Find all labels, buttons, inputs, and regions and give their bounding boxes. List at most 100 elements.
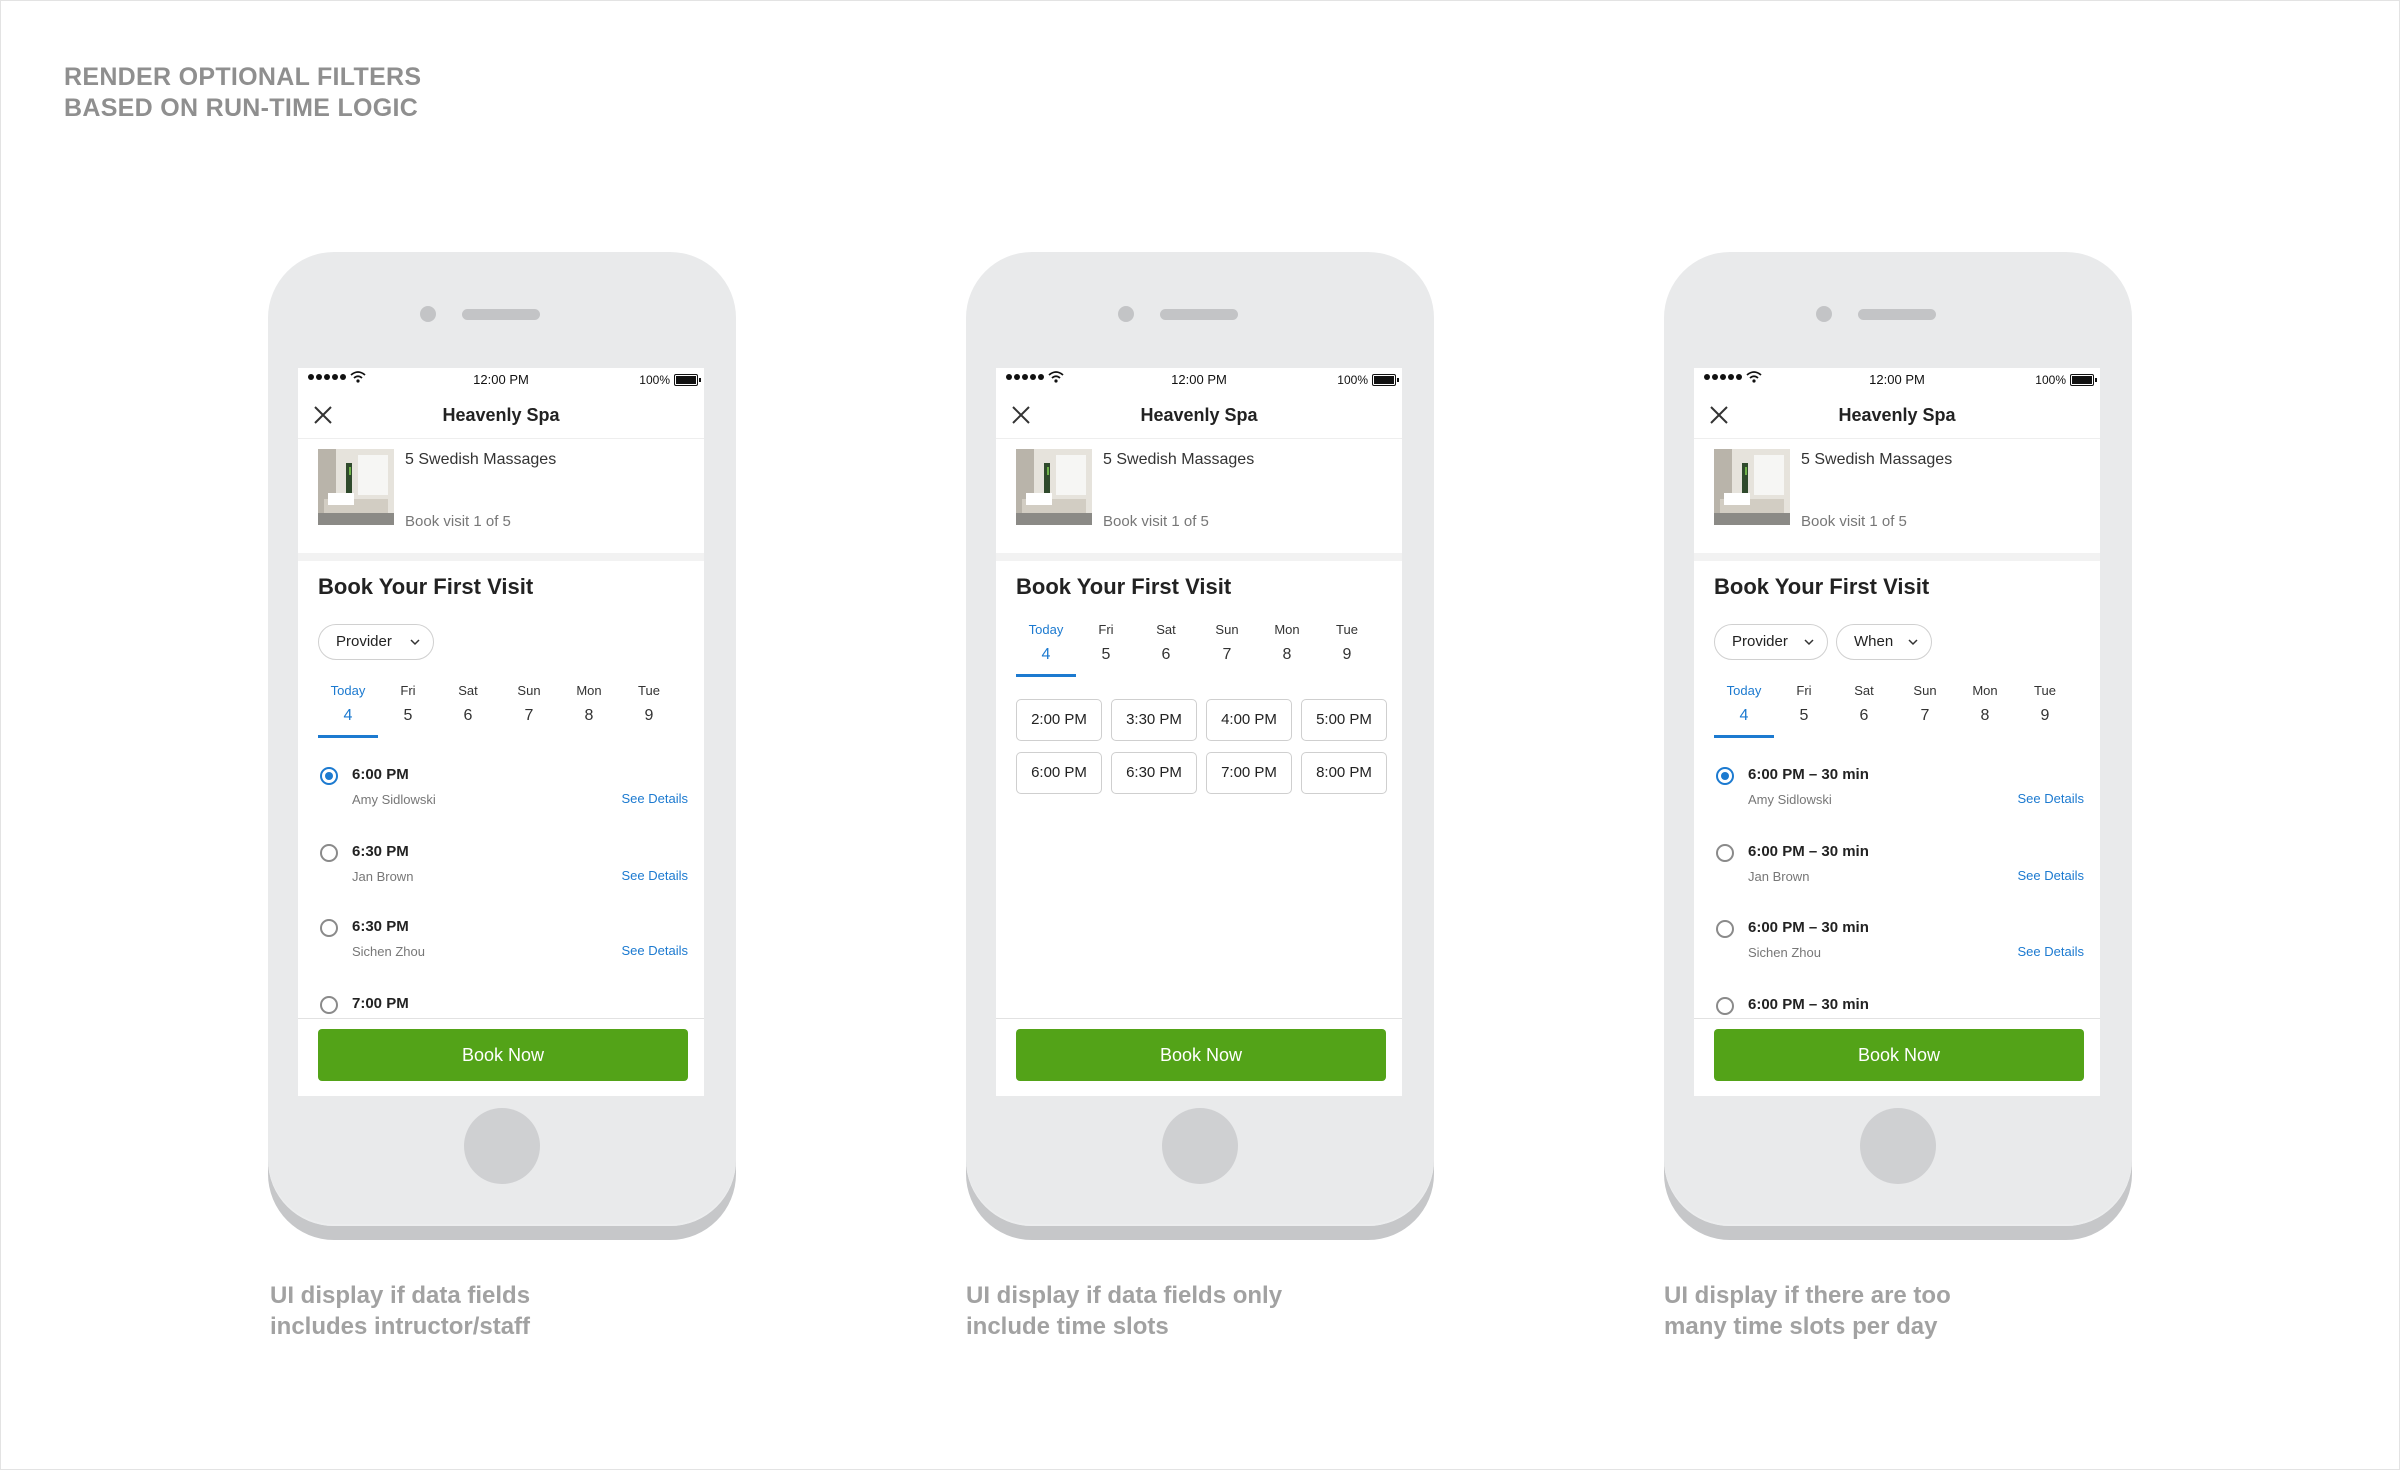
date-mon[interactable]: Mon 8 [1257,622,1317,664]
section-divider [1694,553,2100,561]
when-filter-label: When [1854,633,1894,650]
date-number: 9 [1342,646,1352,663]
time-slot-button[interactable]: 6:00 PM [1016,752,1102,794]
phone-screen: 12:00 PM 100% Heavenly Spa 5 Swedish Mas… [298,368,704,1096]
book-now-button[interactable]: Book Now [1016,1029,1386,1081]
provider-filter-chip[interactable]: Provider [318,624,434,660]
time-slot-option[interactable]: 6:00 PM – 30 min Amy Sidlowski See Detai… [1694,765,2100,841]
provider-filter-chip[interactable]: Provider [1714,624,1828,660]
deal-name: 5 Swedish Massages [1801,451,1953,468]
date-dow: Sun [517,683,541,698]
time-slot-option[interactable]: 6:00 PM Amy Sidlowski See Details [298,765,704,841]
time-slot-button[interactable]: 8:00 PM [1301,752,1387,794]
date-tue[interactable]: Tue 9 [1317,622,1377,664]
date-number: 5 [1101,646,1111,663]
date-selector: Today 4 Fri 5 Sat 6 Sun 7 Mon 8 Tue 9 [1714,683,2094,743]
caption-line-2: includes intructor/staff [270,1313,531,1340]
battery-icon [674,374,701,386]
date-dow: Sun [1215,622,1239,637]
date-sun[interactable]: Sun 7 [499,683,559,725]
date-number: 6 [1859,707,1869,724]
home-button[interactable] [1860,1108,1936,1184]
date-sat[interactable]: Sat 6 [438,683,498,725]
radio-unselected[interactable] [320,996,338,1014]
date-today[interactable]: Today 4 [318,683,378,725]
date-tue[interactable]: Tue 9 [2015,683,2075,725]
radio-unselected[interactable] [320,844,338,862]
date-fri[interactable]: Fri 5 [378,683,438,725]
date-today[interactable]: Today 4 [1016,622,1076,664]
date-fri[interactable]: Fri 5 [1076,622,1136,664]
deal-name: 5 Swedish Massages [1103,451,1255,468]
date-dow: Sat [458,683,478,698]
caption-line-1: UI display if data fields only [966,1282,1283,1309]
deal-summary: 5 Swedish Massages Book visit 1 of 5 [996,439,1402,530]
time-slot-button[interactable]: 6:30 PM [1111,752,1197,794]
see-details-link[interactable]: See Details [2018,944,2084,959]
date-today[interactable]: Today 4 [1714,683,1774,725]
slot-time: 6:00 PM [352,766,409,783]
date-sat[interactable]: Sat 6 [1834,683,1894,725]
radio-unselected[interactable] [1716,997,1734,1015]
date-mon[interactable]: Mon 8 [1955,683,2015,725]
when-filter-chip[interactable]: When [1836,624,1932,660]
chevron-down-icon [1804,639,1814,646]
section-divider [996,553,1402,561]
see-details-link[interactable]: See Details [622,791,688,806]
date-number: 6 [1161,646,1171,663]
time-slot-button[interactable]: 2:00 PM [1016,699,1102,741]
page-title-line-1: RENDER OPTIONAL FILTERS [64,63,422,91]
date-sun[interactable]: Sun 7 [1197,622,1257,664]
date-number: 5 [403,707,413,724]
date-dow: Sat [1156,622,1176,637]
book-now-button[interactable]: Book Now [318,1029,688,1081]
time-slot-button[interactable]: 5:00 PM [1301,699,1387,741]
radio-unselected[interactable] [320,919,338,937]
nav-title: Heavenly Spa [1140,405,1258,425]
home-button[interactable] [464,1108,540,1184]
date-number: 8 [1282,646,1292,663]
battery-icon [1372,374,1399,386]
booking-footer: Book Now [1694,1018,2100,1096]
time-slot-option[interactable]: 6:30 PM Jan Brown See Details [298,842,704,918]
radio-selected[interactable] [320,767,338,785]
caption-line-2: include time slots [966,1313,1169,1340]
spa-room-image [1016,449,1092,525]
date-number: 6 [463,707,473,724]
slot-provider: Sichen Zhou [1748,945,1821,960]
date-mon[interactable]: Mon 8 [559,683,619,725]
nav-bar: Heavenly Spa [1694,392,2100,439]
date-number: 8 [1980,707,1990,724]
see-details-link[interactable]: See Details [622,868,688,883]
see-details-link[interactable]: See Details [2018,868,2084,883]
see-details-link[interactable]: See Details [2018,791,2084,806]
date-number: 9 [644,707,654,724]
battery-icon [2070,374,2097,386]
radio-unselected[interactable] [1716,844,1734,862]
booking-heading: Book Your First Visit [1714,574,1930,599]
slot-time: 6:30 PM [352,843,409,860]
slot-provider: Amy Sidlowski [1748,792,1832,807]
slot-provider: Jan Brown [1748,869,1810,884]
date-sat[interactable]: Sat 6 [1136,622,1196,664]
camera-icon [1118,306,1134,322]
see-details-link[interactable]: See Details [622,943,688,958]
radio-unselected[interactable] [1716,920,1734,938]
time-slot-option[interactable]: 6:30 PM Sichen Zhou See Details [298,917,704,993]
date-sun[interactable]: Sun 7 [1895,683,1955,725]
time-slot-button[interactable]: 4:00 PM [1206,699,1292,741]
date-dow: Mon [1274,622,1300,637]
date-tue[interactable]: Tue 9 [619,683,679,725]
time-slot-option[interactable]: 6:00 PM – 30 min Sichen Zhou See Details [1694,918,2100,994]
date-number: 7 [524,707,534,724]
time-slot-button[interactable]: 3:30 PM [1111,699,1197,741]
time-slot-option[interactable]: 6:00 PM – 30 min Jan Brown See Details [1694,842,2100,918]
deal-visit-count: Book visit 1 of 5 [1801,513,1907,530]
radio-selected[interactable] [1716,767,1734,785]
section-divider [298,553,704,561]
date-fri[interactable]: Fri 5 [1774,683,1834,725]
time-slot-button[interactable]: 7:00 PM [1206,752,1292,794]
book-now-button[interactable]: Book Now [1714,1029,2084,1081]
caption-line-1: UI display if data fields [270,1282,531,1309]
home-button[interactable] [1162,1108,1238,1184]
